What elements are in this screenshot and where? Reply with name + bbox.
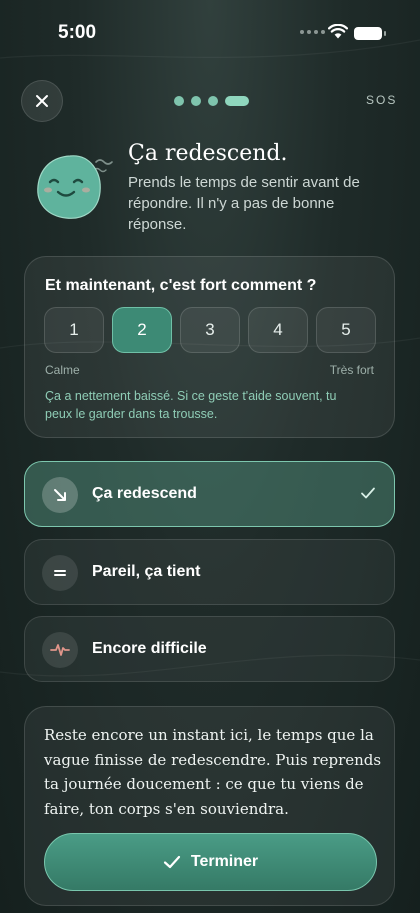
intensity-option-4[interactable]: 4 (248, 307, 308, 353)
scale-min-label: Calme (45, 363, 80, 377)
choice-label: Encore difficile (92, 640, 207, 657)
intensity-option-2[interactable]: 2 (112, 307, 172, 353)
page-title: Ça redescend. (128, 141, 288, 166)
intensity-card: Et maintenant, c'est fort comment ? 1 2 … (24, 256, 395, 438)
choice-label: Ça redescend (92, 485, 197, 502)
choice-label: Pareil, ça tient (92, 563, 201, 580)
close-button[interactable] (21, 80, 63, 122)
progress-step-current (225, 96, 249, 106)
intensity-option-5[interactable]: 5 (316, 307, 376, 353)
checkmark-icon (163, 855, 180, 869)
pulse-icon (42, 632, 78, 668)
choice-difficile[interactable]: Encore difficile (24, 616, 395, 682)
scale-max-label: Très fort (329, 363, 374, 377)
progress-step-1 (174, 96, 184, 106)
intensity-question: Et maintenant, c'est fort comment ? (45, 277, 317, 294)
checkmark-icon (361, 487, 375, 499)
intensity-option-1[interactable]: 1 (44, 307, 104, 353)
progress-step-3 (208, 96, 218, 106)
battery-icon (354, 27, 386, 40)
smiling-mascot-icon (37, 155, 113, 219)
close-icon (36, 95, 48, 107)
step-progress (174, 96, 249, 106)
intensity-option-3[interactable]: 3 (180, 307, 240, 353)
intensity-feedback: Ça a nettement baissé. Si ce geste t'aid… (45, 389, 337, 421)
finish-button-label: Terminer (190, 853, 259, 870)
progress-step-2 (191, 96, 201, 106)
arrow-down-right-icon (42, 477, 78, 513)
status-time: 5:00 (58, 22, 97, 43)
closing-message: Reste encore un instant ici, le temps qu… (44, 726, 382, 818)
closing-card: Reste encore un instant ici, le temps qu… (24, 706, 395, 906)
intensity-scale: 1 2 3 4 5 (44, 307, 376, 353)
choice-pareil[interactable]: Pareil, ça tient (24, 539, 395, 605)
wifi-icon (328, 24, 348, 39)
cellular-signal-icon (300, 30, 325, 34)
page-subtitle: Prends le temps de sentir avant de répon… (128, 174, 360, 233)
choice-redescend[interactable]: Ça redescend (24, 461, 395, 527)
sos-button[interactable]: SOS (366, 93, 397, 107)
equals-icon (42, 555, 78, 591)
status-bar: 5:00 (0, 0, 420, 60)
finish-button[interactable]: Terminer (44, 833, 377, 891)
